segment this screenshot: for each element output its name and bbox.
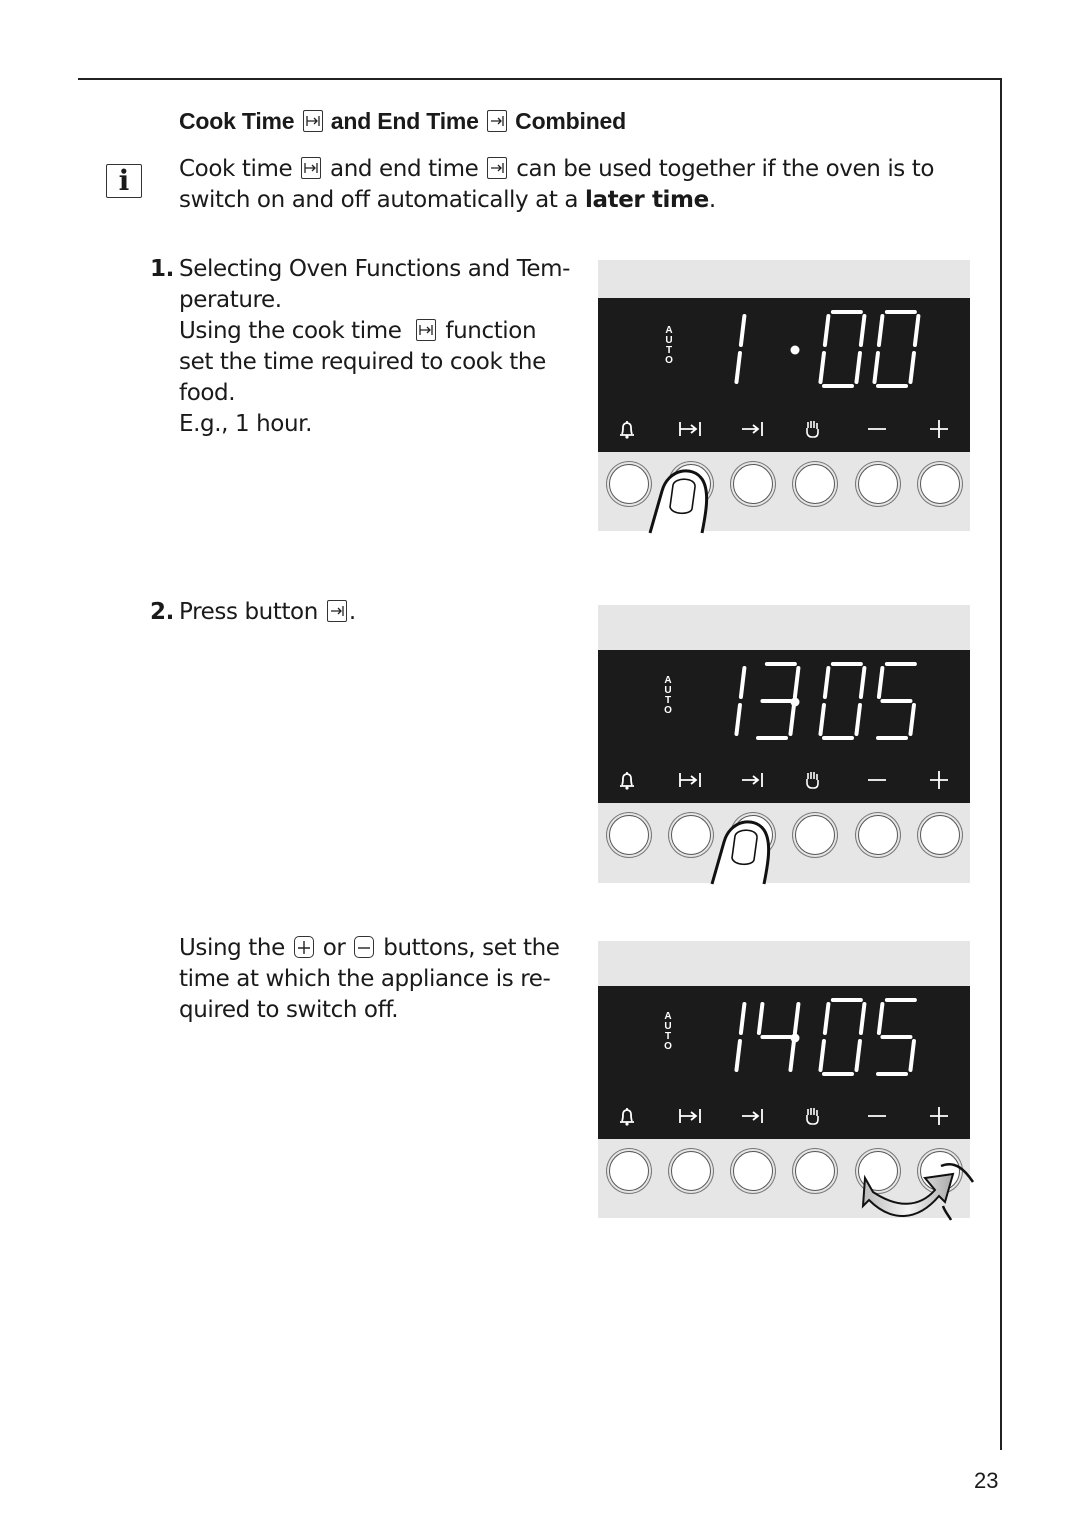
page-number: 23 [974,1468,999,1493]
cook-time-icon [416,319,437,341]
step-1-line-4: set the time required to cook the [179,349,546,375]
intro-paragraph: Cook time and end time can be used toget… [179,154,979,216]
rotate-arrow-icon [861,1163,975,1221]
heading-part-combined: Combined [515,108,626,134]
oven-control-panel-1: AUTO1·00 [598,260,970,534]
step-1-line-1: Selecting Oven Functions and Tem- [179,256,571,282]
end-time-icon [486,110,507,132]
oven-control-panel-2: AUTO13·05 [598,605,970,885]
plus-icon [293,936,314,958]
intro-text-1: Cook time [179,156,293,182]
step-3-text: or [322,935,346,961]
step-2-text: Press button [179,599,318,625]
step-number: 2. [150,599,174,625]
step-1-line-5: food. [179,380,236,406]
end-time-icon [326,600,347,622]
step-3-line-2: time at which the appliance is re- [179,966,551,992]
step-3-line-1: Using the or buttons, set the [179,933,599,964]
intro-text-3: can be used together if the oven is to s… [179,156,935,213]
step-3-text: buttons, set the [383,935,560,961]
right-rule [1000,78,1002,1450]
intro-period: . [708,187,716,213]
heading-part-cook-time: Cook Time [179,108,295,134]
heading-part-end-time: and End Time [330,108,479,134]
finger-pointer-icon [648,469,709,534]
info-icon: i [106,164,142,198]
step-3-text: Using the [179,935,285,961]
step-1-text: Using the cook time [179,318,402,344]
step-number: 1. [150,256,174,282]
oven-control-panel-3: AUTO14·05 [598,941,975,1221]
intro-text-2: and end time [330,156,479,182]
section-heading: Cook Time and End Time Combined [179,108,626,135]
step-3-line-3: quired to switch off. [179,997,399,1023]
step-2-period: . [348,599,356,625]
step-1-text: function [445,318,537,344]
info-icon-glyph: i [118,164,130,197]
end-time-icon [487,157,508,179]
minus-icon [354,936,375,958]
step-3: Using the or buttons, set the time at wh… [179,933,599,1026]
top-rule [78,78,1002,80]
cook-time-icon [301,157,322,179]
step-1-line-3: Using the cook time function [179,316,599,347]
step-1-line-6: E.g., 1 hour. [179,411,313,437]
intro-bold: later time [585,187,709,213]
step-2: 2. Press button . [150,597,356,628]
step-1-line-2: perature. [179,287,282,313]
finger-pointer-icon [710,820,771,885]
step-1: 1. Selecting Oven Functions and Tem- per… [150,254,570,437]
cook-time-icon [302,110,323,132]
